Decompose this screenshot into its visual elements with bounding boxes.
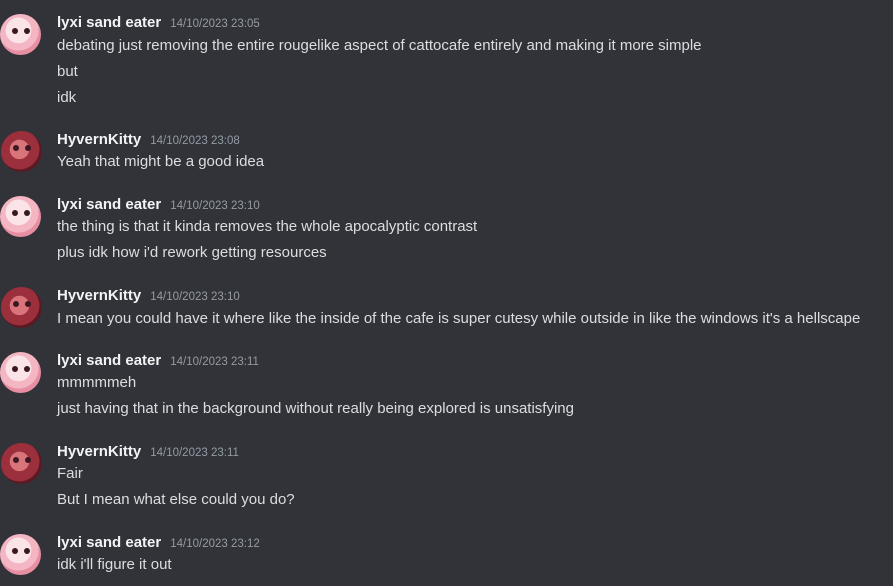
hyvernkitty-avatar[interactable] (1, 443, 42, 484)
timestamp[interactable]: 14/10/2023 23:10 (150, 291, 240, 303)
message-line: the thing is that it kinda removes the w… (57, 218, 478, 235)
message-header: lyxi sand eater 14/10/2023 23:10 (57, 196, 260, 216)
author-name[interactable]: lyxi sand eater (57, 14, 161, 31)
message-line: just having that in the background witho… (57, 400, 574, 417)
timestamp[interactable]: 14/10/2023 23:05 (170, 18, 260, 30)
message-line: mmmmmeh (57, 374, 137, 391)
message-group: lyxi sand eater 14/10/2023 23:11 mmmmmeh… (0, 352, 893, 424)
message-group: lyxi sand eater 14/10/2023 23:10 the thi… (0, 196, 893, 268)
author-name[interactable]: HyvernKitty (57, 443, 141, 460)
message-group: HyvernKitty 14/10/2023 23:11 Fair But I … (0, 443, 893, 515)
message-header: HyvernKitty 14/10/2023 23:10 (57, 287, 240, 307)
message-header: HyvernKitty 14/10/2023 23:08 (57, 131, 240, 151)
message-line: but (57, 63, 78, 80)
lyxi-avatar[interactable] (0, 352, 41, 393)
message-line: Fair (57, 465, 83, 482)
chat-view: { "messages": [ {"author":"lyxi sand eat… (0, 0, 893, 586)
message-header: lyxi sand eater 14/10/2023 23:05 (57, 14, 260, 34)
message-header: lyxi sand eater 14/10/2023 23:11 (57, 352, 259, 372)
author-name[interactable]: HyvernKitty (57, 287, 141, 304)
lyxi-avatar[interactable] (0, 196, 41, 237)
author-name[interactable]: lyxi sand eater (57, 352, 161, 369)
message-group: lyxi sand eater 14/10/2023 23:05 debatin… (0, 14, 893, 110)
timestamp[interactable]: 14/10/2023 23:11 (170, 356, 259, 368)
message-group: lyxi sand eater 14/10/2023 23:12 idk i'l… (0, 534, 893, 582)
hyvernkitty-avatar[interactable] (1, 287, 42, 328)
message-group: HyvernKitty 14/10/2023 23:08 Yeah that m… (0, 131, 893, 181)
message-line: But I mean what else could you do? (57, 491, 295, 508)
timestamp[interactable]: 14/10/2023 23:12 (170, 538, 260, 550)
lyxi-avatar[interactable] (0, 534, 41, 575)
author-name[interactable]: HyvernKitty (57, 131, 141, 148)
author-name[interactable]: lyxi sand eater (57, 196, 161, 213)
timestamp[interactable]: 14/10/2023 23:08 (150, 135, 240, 147)
message-line: debating just removing the entire rougel… (57, 37, 702, 54)
message-group: HyvernKitty 14/10/2023 23:10 I mean you … (0, 287, 893, 337)
message-line: plus idk how i'd rework getting resource… (57, 244, 327, 261)
message-line: idk i'll figure it out (57, 556, 172, 573)
lyxi-avatar[interactable] (0, 14, 41, 55)
author-name[interactable]: lyxi sand eater (57, 534, 161, 551)
message-line: Yeah that might be a good idea (57, 153, 265, 170)
timestamp[interactable]: 14/10/2023 23:11 (150, 447, 239, 459)
timestamp[interactable]: 14/10/2023 23:10 (170, 200, 260, 212)
hyvernkitty-avatar[interactable] (1, 131, 42, 172)
message-header: HyvernKitty 14/10/2023 23:11 (57, 443, 239, 463)
message-line: I mean you could have it where like the … (57, 310, 861, 327)
message-line: idk (57, 89, 77, 106)
message-header: lyxi sand eater 14/10/2023 23:12 (57, 534, 260, 554)
